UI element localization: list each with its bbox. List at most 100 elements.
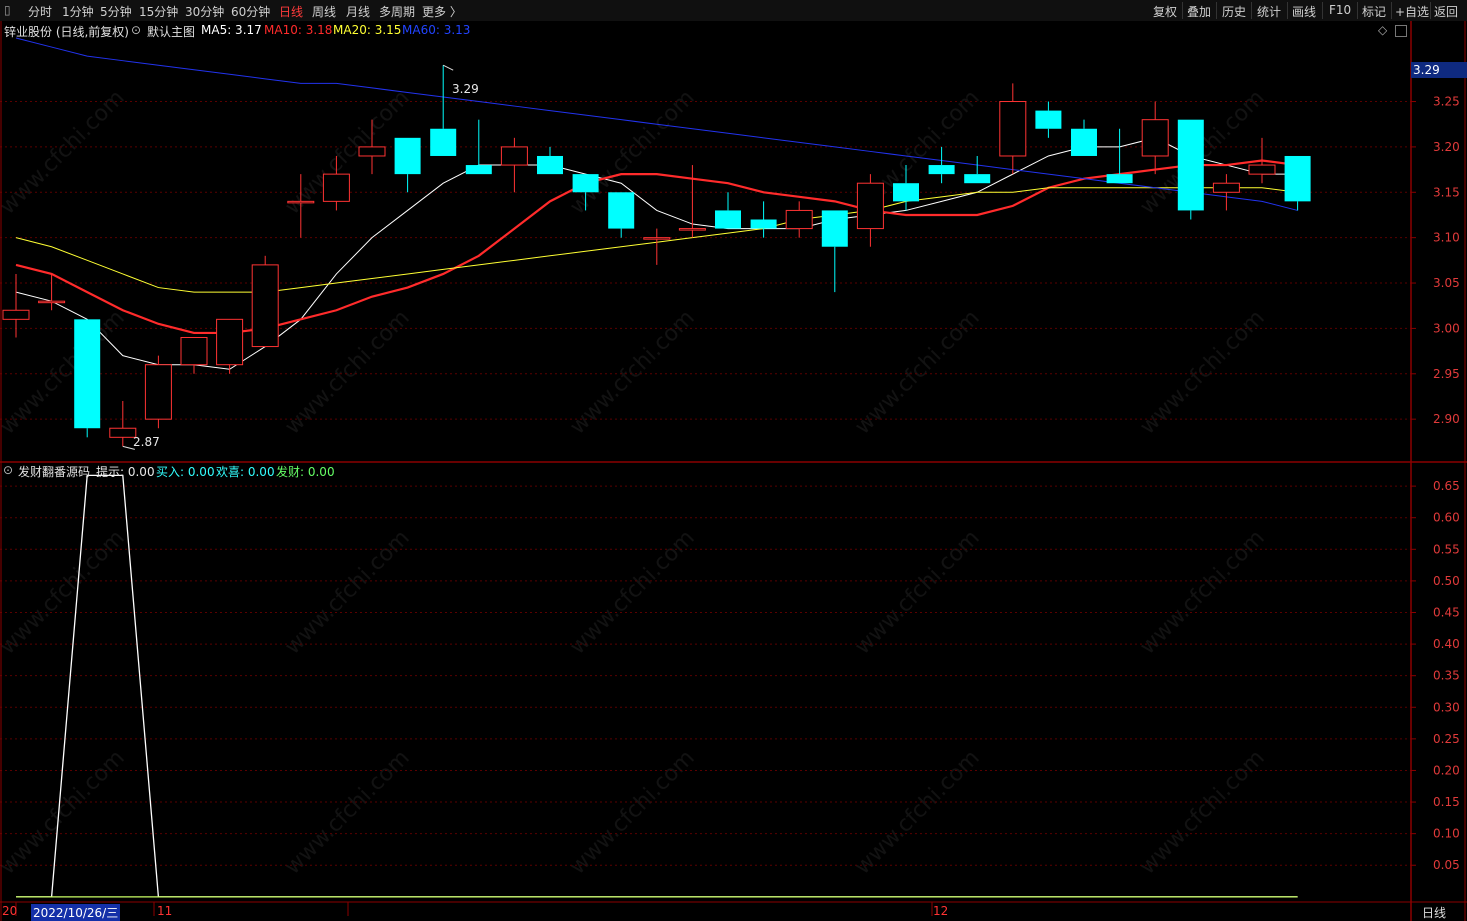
candle — [74, 319, 101, 438]
y-tick-label: 0.65 — [1433, 479, 1460, 493]
candle — [358, 119, 386, 175]
y-tick-label: 0.15 — [1433, 795, 1460, 809]
y-tick-label: 0.20 — [1433, 763, 1460, 777]
candle — [430, 65, 457, 156]
month-tick-11: 11 — [157, 904, 173, 918]
candle-body — [322, 173, 350, 202]
high-price-marker: 3.29 — [452, 82, 479, 96]
candle — [144, 355, 172, 429]
candle-body — [180, 336, 208, 366]
candle-body — [999, 101, 1027, 157]
candle-body — [572, 174, 599, 193]
candle — [287, 174, 315, 238]
candle — [1035, 101, 1062, 138]
candle-body — [216, 318, 244, 366]
candle-body — [251, 264, 279, 348]
candle-body — [964, 174, 991, 184]
main-template-label[interactable]: 默认主图 — [147, 23, 195, 40]
candle — [465, 119, 492, 175]
candle — [678, 165, 706, 238]
candle-body — [643, 237, 671, 240]
fortune-value-label: 发财: 0.00 — [276, 465, 335, 479]
y-tick-label: 0.40 — [1433, 637, 1460, 651]
stock-title: 锌业股份 (日线,前复权) — [4, 25, 129, 39]
candle — [216, 318, 244, 374]
candle-body — [928, 165, 955, 175]
candle — [251, 255, 279, 348]
candle — [109, 401, 137, 447]
y-tick-label: 2.90 — [1433, 412, 1460, 426]
candle-body — [287, 200, 315, 204]
candle-body — [750, 219, 777, 229]
hint-value-label: 提示: 0.00 — [96, 465, 155, 479]
y-tick-label: 0.10 — [1433, 827, 1460, 841]
candle-body — [893, 183, 919, 202]
ma10-label: MA10: 3.18 — [264, 23, 333, 37]
maximize-icon[interactable] — [1395, 25, 1407, 37]
candle-body — [430, 128, 457, 156]
ma20-label: MA20: 3.15 — [333, 23, 402, 37]
candle-body — [74, 319, 101, 429]
y-tick-label: 0.25 — [1433, 732, 1460, 746]
y-tick-label: 3.10 — [1433, 231, 1460, 245]
candle-body — [500, 146, 528, 166]
y-tick-label: 0.05 — [1433, 858, 1460, 872]
template-dropdown-icon[interactable]: ⊙ — [131, 23, 141, 37]
candle — [785, 201, 813, 238]
candle — [821, 210, 848, 293]
candle-body — [1212, 182, 1240, 193]
year-fragment: 20 — [2, 904, 18, 918]
candle-body — [38, 300, 66, 304]
candle — [180, 336, 208, 374]
y-tick-label: 0.30 — [1433, 700, 1460, 714]
candle-body — [608, 192, 635, 229]
indicator-dropdown-icon[interactable]: ⊙ — [3, 463, 13, 477]
candle-body — [678, 228, 706, 231]
joy-value-label: 欢喜: 0.00 — [216, 465, 275, 479]
candle — [1106, 128, 1133, 184]
y-tick-label: 3.25 — [1433, 95, 1460, 109]
diamond-icon[interactable]: ◇ — [1378, 23, 1387, 37]
candle-body — [821, 210, 848, 247]
y-tick-label: 0.45 — [1433, 605, 1460, 619]
price-chart[interactable]: 2.90 2.95 3.00 3.05 3.10 3.15 3.20 3.25 0.05 0.10… — [0, 0, 1467, 921]
candle-body — [358, 146, 386, 157]
ma60-line — [15, 37, 1298, 211]
current-price-value: 3.29 — [1413, 63, 1440, 77]
candle — [394, 137, 421, 193]
y-tick-label: 2.95 — [1433, 367, 1460, 381]
y-tick-label: 3.00 — [1433, 321, 1460, 335]
high-leader-line — [442, 64, 454, 71]
candle — [608, 192, 635, 238]
y-tick-label: 0.55 — [1433, 542, 1460, 556]
cursor-date: 2022/10/26/三 — [31, 904, 121, 921]
candle-body — [1248, 164, 1276, 175]
candle — [1177, 119, 1204, 220]
month-tick-12: 12 — [933, 904, 949, 918]
candle-body — [465, 165, 492, 175]
ma5-label: MA5: 3.17 — [201, 23, 262, 37]
y-tick-label: 0.50 — [1433, 574, 1460, 588]
indicator-name[interactable]: 发财翻番源码 — [18, 463, 90, 480]
buy-value-label: 买入: 0.00 — [156, 465, 215, 479]
candle-body — [1035, 110, 1062, 129]
candle — [750, 201, 777, 238]
candle-body — [2, 309, 30, 320]
candle-body — [1177, 119, 1204, 211]
candle — [999, 83, 1027, 175]
ma60-label: MA60: 3.13 — [402, 23, 471, 37]
candle — [1071, 119, 1097, 156]
low-price-marker: 2.87 — [133, 435, 160, 449]
candle-body — [109, 427, 137, 438]
candle-body — [394, 137, 421, 175]
candle — [537, 146, 563, 175]
candle — [964, 155, 991, 184]
candle — [322, 155, 350, 211]
candle-body — [785, 209, 813, 230]
y-tick-label: 0.60 — [1433, 511, 1460, 525]
candle-body — [144, 364, 172, 420]
period-indicator[interactable]: 日线 — [1422, 904, 1446, 921]
y-tick-label: 3.20 — [1433, 140, 1460, 154]
y-tick-label: 0.35 — [1433, 669, 1460, 683]
candle-body — [856, 182, 884, 230]
